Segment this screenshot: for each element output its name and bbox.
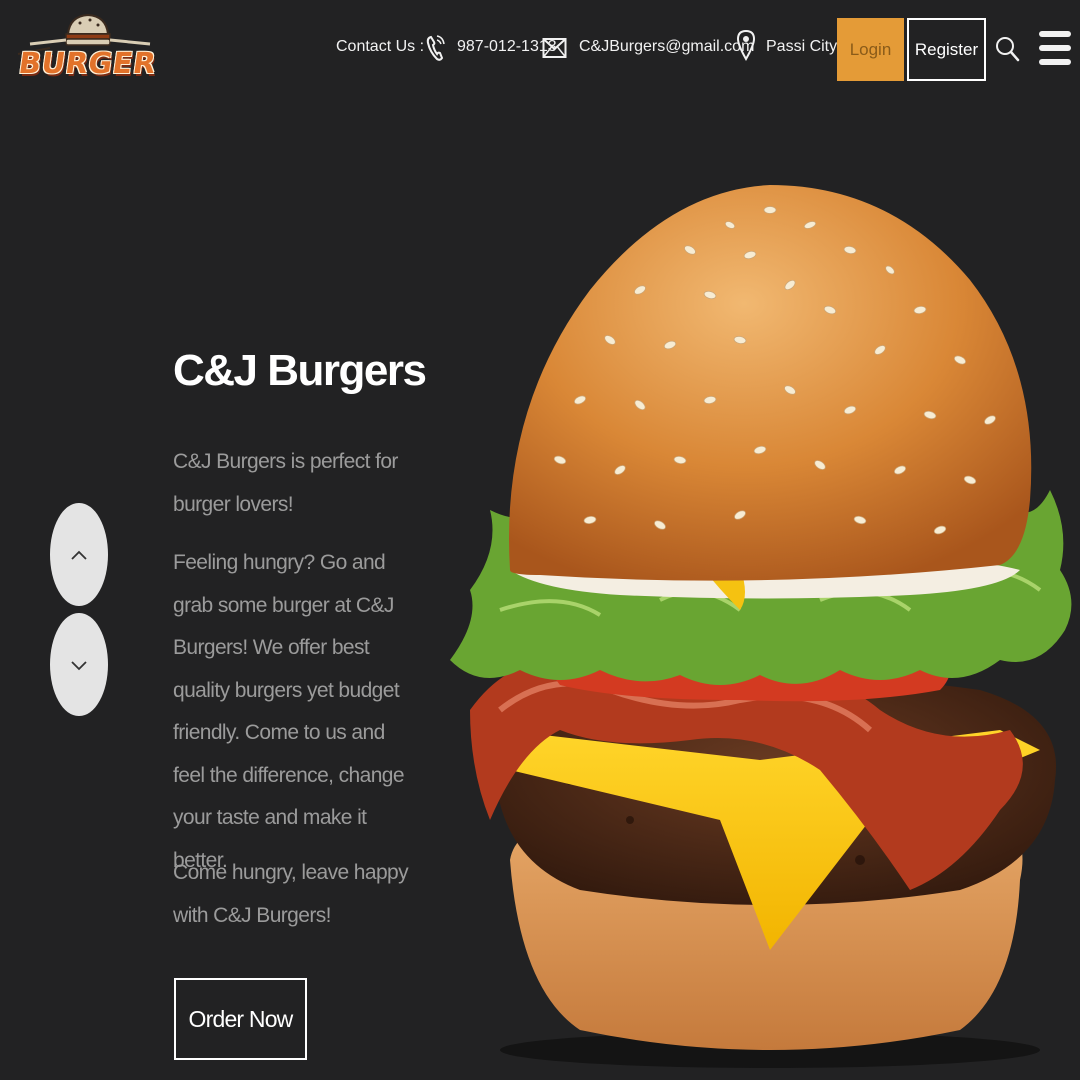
email-address[interactable]: C&JBurgers@gmail.com xyxy=(579,30,754,64)
register-button[interactable]: Register xyxy=(907,18,986,81)
location-pin-icon xyxy=(737,29,755,61)
phone-icon xyxy=(426,35,445,61)
city-name: Passi City xyxy=(766,38,838,55)
burger-logo[interactable]: BURGER xyxy=(10,10,165,82)
order-now-button[interactable]: Order Now xyxy=(174,978,307,1060)
chevron-up-icon xyxy=(71,550,87,560)
login-button[interactable]: Login xyxy=(837,18,904,81)
mail-icon xyxy=(542,38,567,58)
burger-image xyxy=(450,185,1072,1068)
chevron-down-icon xyxy=(71,660,87,670)
site-header: BURGER Contact Us : 987-012-1313 C&JBurg… xyxy=(0,0,1080,95)
hero-title: C&J Burgers xyxy=(173,346,427,395)
search-icon[interactable] xyxy=(994,33,1020,65)
hamburger-menu-icon[interactable] xyxy=(1038,28,1072,68)
hero-paragraph-1: C&J Burgers is perfect for burger lovers… xyxy=(173,450,398,516)
slide-down-button[interactable] xyxy=(50,613,108,716)
contact-label: Contact Us : xyxy=(336,38,425,55)
logo-text: BURGER xyxy=(16,46,159,80)
hero-paragraph-3: Come hungry, leave happy with C&J Burger… xyxy=(173,861,409,927)
slide-up-button[interactable] xyxy=(50,503,108,606)
hero-paragraph-2: Feeling hungry? Go and grab some burger … xyxy=(173,551,405,872)
